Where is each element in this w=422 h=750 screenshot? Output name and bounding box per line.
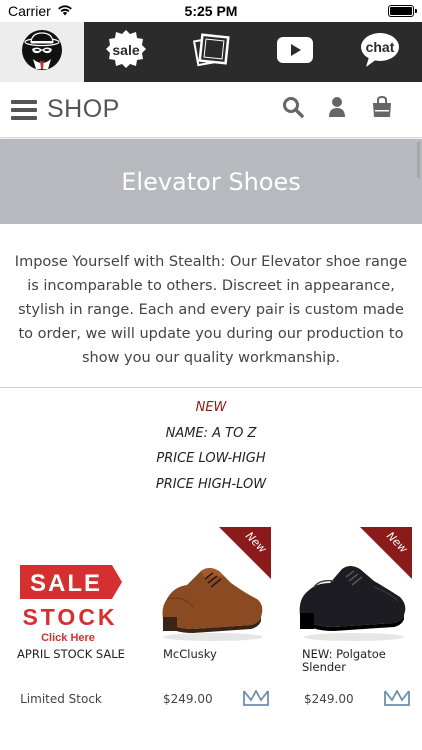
virtual-mirror-icon[interactable]	[384, 689, 410, 711]
account-icon[interactable]	[328, 96, 346, 123]
virtual-mirror-icon[interactable]	[243, 689, 269, 711]
status-bar: Carrier 5:25 PM	[0, 0, 422, 22]
chat-tab[interactable]: chat	[338, 22, 422, 82]
photos-tab[interactable]	[169, 22, 254, 82]
category-title: Elevator Shoes	[121, 167, 301, 196]
nav-bar: SHOP	[0, 82, 422, 138]
sale-tab[interactable]: sale	[84, 22, 169, 82]
video-play-icon	[276, 35, 314, 70]
chat-bubble-icon: chat	[359, 31, 401, 74]
scrollbar[interactable]	[417, 142, 420, 178]
wifi-icon	[57, 3, 73, 19]
carrier-label: Carrier	[8, 3, 51, 19]
status-right	[274, 5, 417, 17]
page-title: SHOP	[47, 95, 120, 123]
sale-text: SALE	[30, 570, 102, 597]
menu-icon[interactable]	[11, 99, 37, 120]
sort-options: NEW NAME: A TO Z PRICE LOW-HIGH PRICE HI…	[0, 398, 422, 500]
spy-logo-button[interactable]	[0, 22, 84, 82]
svg-text:chat: chat	[365, 39, 394, 55]
product-price: $249.00	[304, 692, 354, 706]
status-left: Carrier	[8, 3, 148, 19]
battery-icon	[388, 5, 417, 17]
divider	[0, 387, 422, 388]
cart-icon[interactable]	[370, 95, 394, 124]
product-card[interactable]: New NEW: Polgatoe Slender $249.00	[294, 527, 412, 706]
product-image[interactable]: New	[153, 527, 271, 645]
product-image-sale-banner[interactable]: SALE STOCK Click Here	[12, 527, 130, 645]
click-here-text: Click Here	[41, 632, 95, 644]
status-time: 5:25 PM	[184, 3, 238, 19]
product-image[interactable]: New	[294, 527, 412, 645]
product-card[interactable]: New McClusky $249.00	[153, 527, 271, 706]
product-name[interactable]: NEW: Polgatoe Slender	[294, 648, 412, 682]
product-price: $249.00	[163, 692, 213, 706]
photos-icon	[191, 30, 231, 75]
product-name[interactable]: McClusky	[153, 648, 271, 682]
category-description: Impose Yourself with Stealth: Our Elevat…	[14, 254, 408, 366]
sort-price-high-low[interactable]: PRICE HIGH-LOW	[0, 475, 422, 501]
stock-text: STOCK	[22, 604, 117, 630]
search-icon[interactable]	[282, 96, 304, 123]
spy-logo-icon	[21, 29, 63, 76]
sale-badge-icon: sale	[104, 28, 148, 77]
product-card[interactable]: SALE STOCK Click Here APRIL STOCK SALE L…	[12, 527, 130, 706]
nav-actions	[282, 95, 394, 124]
product-price: Limited Stock	[20, 692, 102, 706]
svg-text:sale: sale	[113, 42, 140, 58]
top-icon-bar: sale chat	[0, 22, 422, 82]
sort-new[interactable]: NEW	[0, 398, 422, 424]
sort-price-low-high[interactable]: PRICE LOW-HIGH	[0, 449, 422, 475]
category-banner: Elevator Shoes	[0, 139, 422, 224]
sort-name-a-z[interactable]: NAME: A TO Z	[0, 424, 422, 450]
product-name[interactable]: APRIL STOCK SALE	[12, 648, 130, 682]
product-grid: SALE STOCK Click Here APRIL STOCK SALE L…	[0, 527, 422, 706]
video-tab[interactable]	[253, 22, 338, 82]
